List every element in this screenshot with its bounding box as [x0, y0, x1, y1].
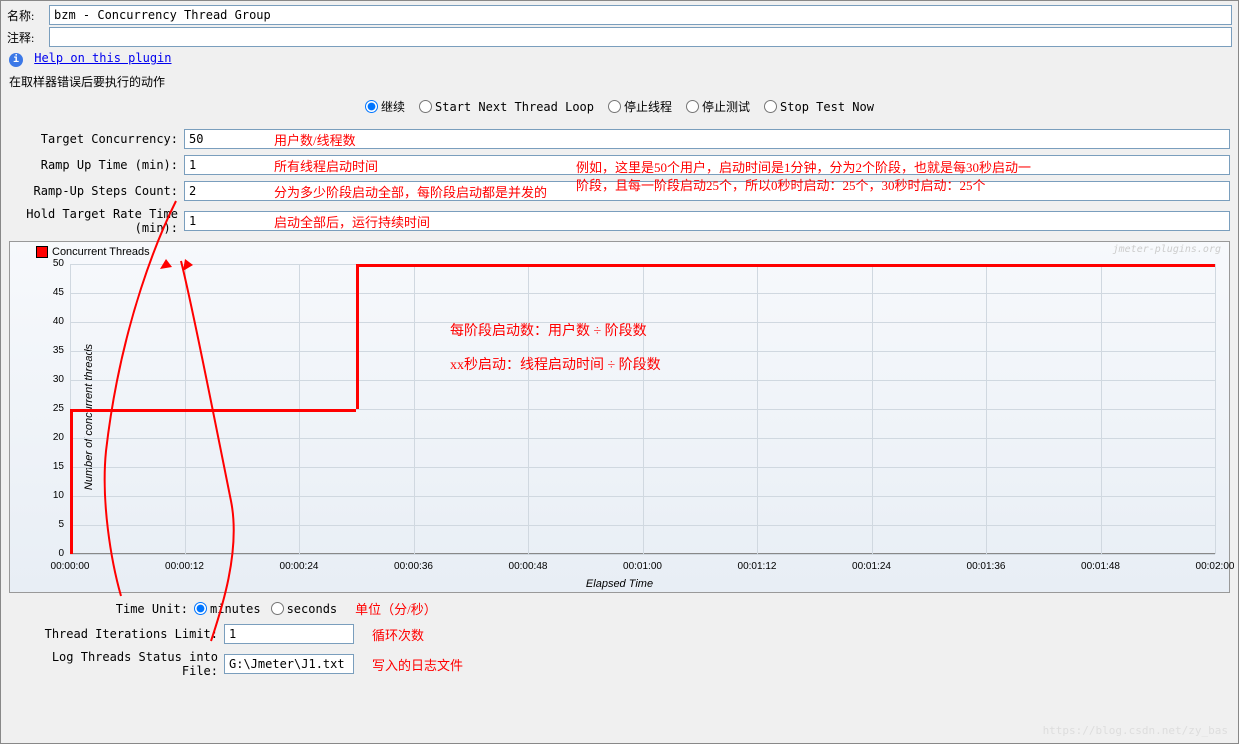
- page-watermark: https://blog.csdn.net/zy_bas: [1043, 724, 1228, 737]
- log-file-label: Log Threads Status into File:: [9, 650, 224, 678]
- hold-time-label: Hold Target Rate Time (min):: [9, 207, 184, 235]
- ytick: 30: [36, 374, 64, 385]
- annot-steps: 分为多少阶段启动全部，每阶段启动都是并发的: [274, 182, 547, 201]
- annot-example-2: 阶段，且每一阶段启动25个，所以0秒时启动：25个，30秒时启动：25个: [576, 177, 986, 195]
- chart-plot: 0510152025303540455000:00:0000:00:1200:0…: [70, 264, 1215, 554]
- ytick: 45: [36, 287, 64, 298]
- ytick: 35: [36, 345, 64, 356]
- chart-container: Concurrent Threads jmeter-plugins.org Nu…: [9, 241, 1230, 593]
- ytick: 25: [36, 403, 64, 414]
- iterations-label: Thread Iterations Limit:: [9, 627, 224, 641]
- annot-target: 用户数/线程数: [274, 130, 356, 149]
- chart-annot-1: 每阶段启动数：用户数 ÷ 阶段数: [450, 320, 647, 340]
- radio-stop-test[interactable]: 停止测试: [686, 98, 750, 115]
- xtick: 00:00:00: [51, 561, 90, 572]
- xtick: 00:01:24: [852, 561, 891, 572]
- chart-watermark: jmeter-plugins.org: [1113, 244, 1221, 255]
- radio-continue[interactable]: 继续: [365, 98, 405, 115]
- ramp-time-label: Ramp Up Time (min):: [9, 158, 184, 172]
- info-icon: i: [9, 53, 23, 67]
- xtick: 00:00:36: [394, 561, 433, 572]
- xtick: 00:00:48: [509, 561, 548, 572]
- error-action-header: 在取样器错误后要执行的动作: [9, 73, 1230, 90]
- name-input[interactable]: [49, 5, 1232, 25]
- legend-label: Concurrent Threads: [52, 246, 150, 258]
- annot-iterations: 循环次数: [372, 625, 424, 644]
- ytick: 40: [36, 316, 64, 327]
- radio-stop-now[interactable]: Stop Test Now: [764, 100, 874, 114]
- xtick: 00:02:00: [1196, 561, 1235, 572]
- ytick: 5: [36, 519, 64, 530]
- target-concurrency-label: Target Concurrency:: [9, 132, 184, 146]
- annot-time-unit: 单位（分/秒）: [355, 599, 437, 618]
- ytick: 0: [36, 548, 64, 559]
- legend-swatch: [36, 246, 48, 258]
- time-unit-label: Time Unit:: [9, 602, 194, 616]
- xtick: 00:01:36: [967, 561, 1006, 572]
- xtick: 00:01:12: [738, 561, 777, 572]
- ytick: 50: [36, 258, 64, 269]
- error-action-radios: 继续 Start Next Thread Loop 停止线程 停止测试 Stop…: [1, 98, 1238, 115]
- help-link[interactable]: Help on this plugin: [34, 51, 171, 65]
- iterations-input[interactable]: [224, 624, 354, 644]
- annot-log-file: 写入的日志文件: [372, 655, 463, 674]
- xtick: 00:01:00: [623, 561, 662, 572]
- x-axis-label: Elapsed Time: [586, 578, 653, 590]
- annot-hold: 启动全部后，运行持续时间: [274, 212, 430, 231]
- ytick: 10: [36, 490, 64, 501]
- radio-seconds[interactable]: seconds: [271, 602, 338, 616]
- chart-annot-2: xx秒启动：线程启动时间 ÷ 阶段数: [450, 354, 661, 374]
- ytick: 15: [36, 461, 64, 472]
- xtick: 00:01:48: [1081, 561, 1120, 572]
- comment-input[interactable]: [49, 27, 1232, 47]
- name-label: 名称:: [7, 7, 49, 24]
- comment-label: 注释:: [7, 29, 49, 46]
- ramp-steps-label: Ramp-Up Steps Count:: [9, 184, 184, 198]
- annot-ramp: 所有线程启动时间: [274, 156, 378, 175]
- radio-start-next[interactable]: Start Next Thread Loop: [419, 100, 594, 114]
- radio-stop-thread[interactable]: 停止线程: [608, 98, 672, 115]
- ytick: 20: [36, 432, 64, 443]
- radio-minutes[interactable]: minutes: [194, 602, 261, 616]
- annot-example-1: 例如，这里是50个用户，启动时间是1分钟，分为2个阶段，也就是每30秒启动一: [576, 159, 1031, 177]
- xtick: 00:00:12: [165, 561, 204, 572]
- log-file-input[interactable]: [224, 654, 354, 674]
- xtick: 00:00:24: [280, 561, 319, 572]
